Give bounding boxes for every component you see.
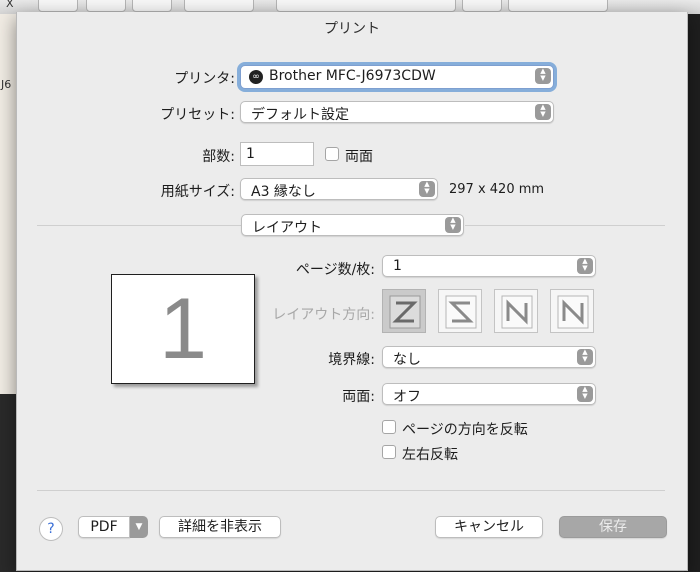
reverse-orientation-label: ページの方向を反転 bbox=[402, 422, 528, 438]
page-preview: 1 bbox=[111, 274, 255, 384]
print-dialog: プリント プリンタ: ∞ Brother MFC-J6973CDW ▲ ▼ プリセ… bbox=[16, 12, 688, 571]
footer-separator bbox=[37, 490, 665, 491]
pdf-button[interactable]: PDF bbox=[78, 516, 130, 538]
paper-size-label: 用紙サイズ: bbox=[160, 184, 235, 200]
preset-label: プリセット: bbox=[160, 107, 235, 123]
border-value: なし bbox=[393, 352, 421, 368]
background-toolbar-button bbox=[184, 0, 254, 12]
updown-chevron-icon: ▲ ▼ bbox=[419, 181, 435, 197]
pages-per-sheet-value: 1 bbox=[393, 258, 402, 274]
background-toolbar-button bbox=[86, 0, 126, 12]
layout-s-icon bbox=[445, 295, 477, 329]
two-sided-value: オフ bbox=[393, 389, 421, 405]
border-label: 境界線: bbox=[328, 352, 375, 368]
background-toolbar-button bbox=[38, 0, 78, 12]
paper-size-value: A3 縁なし bbox=[251, 184, 316, 200]
copies-input[interactable]: 1 bbox=[240, 142, 314, 166]
background-toolbar-button bbox=[508, 0, 608, 12]
layout-direction-n-mirrored[interactable] bbox=[494, 289, 538, 333]
updown-chevron-icon: ▲ ▼ bbox=[577, 349, 593, 365]
reverse-orientation-checkbox[interactable] bbox=[382, 420, 396, 434]
preset-value: デフォルト設定 bbox=[251, 107, 349, 123]
printer-status-icon: ∞ bbox=[249, 70, 263, 84]
flip-horizontal-checkbox[interactable] bbox=[382, 445, 396, 459]
border-popup[interactable]: なし ▲ ▼ bbox=[382, 346, 596, 368]
preset-popup[interactable]: デフォルト設定 ▲ ▼ bbox=[240, 101, 554, 123]
copies-label: 部数: bbox=[202, 149, 235, 165]
background-document: J6 bbox=[0, 14, 16, 394]
background-toolbar-button bbox=[132, 0, 172, 12]
duplex-label: 両面 bbox=[345, 149, 373, 165]
background-toolbar-button bbox=[462, 0, 502, 12]
layout-direction-label: レイアウト方向: bbox=[272, 307, 375, 323]
paper-size-popup[interactable]: A3 縁なし ▲ ▼ bbox=[240, 178, 438, 200]
duplex-checkbox[interactable] bbox=[325, 147, 339, 161]
updown-chevron-icon: ▲ ▼ bbox=[577, 386, 593, 402]
help-icon[interactable]: ? bbox=[39, 517, 63, 541]
section-separator-left bbox=[37, 225, 241, 226]
updown-chevron-icon: ▲ ▼ bbox=[577, 258, 593, 274]
section-popup[interactable]: レイアウト ▲ ▼ bbox=[241, 214, 464, 236]
cancel-button[interactable]: キャンセル bbox=[435, 516, 543, 538]
layout-direction-s[interactable] bbox=[438, 289, 482, 333]
paper-dimensions: 297 x 420 mm bbox=[449, 182, 545, 197]
section-separator-right bbox=[465, 225, 665, 226]
printer-value: Brother MFC-J6973CDW bbox=[269, 68, 436, 84]
pages-per-sheet-popup[interactable]: 1 ▲ ▼ bbox=[382, 255, 596, 277]
pages-per-sheet-label: ページ数/枚: bbox=[295, 262, 375, 278]
dialog-title: プリント bbox=[324, 21, 380, 37]
updown-chevron-icon: ▲ ▼ bbox=[535, 104, 551, 120]
printer-popup[interactable]: ∞ Brother MFC-J6973CDW ▲ ▼ bbox=[240, 65, 554, 89]
print-button[interactable]: 保存 bbox=[559, 516, 667, 538]
background-alignment-buttons bbox=[276, 0, 456, 12]
hide-details-button[interactable]: 詳細を非表示 bbox=[159, 516, 281, 538]
updown-chevron-icon: ▲ ▼ bbox=[445, 217, 461, 233]
layout-z-icon bbox=[389, 295, 421, 329]
section-value: レイアウト bbox=[252, 220, 322, 236]
background-document-text: J6 bbox=[1, 78, 12, 91]
updown-chevron-icon: ▲ ▼ bbox=[535, 68, 551, 84]
printer-label: プリンタ: bbox=[174, 71, 235, 87]
background-toolbar-glyph: X bbox=[6, 0, 14, 10]
two-sided-label: 両面: bbox=[342, 389, 375, 405]
two-sided-popup[interactable]: オフ ▲ ▼ bbox=[382, 383, 596, 405]
chevron-down-icon[interactable]: ▼ bbox=[130, 516, 148, 538]
layout-direction-z[interactable] bbox=[382, 289, 426, 333]
flip-horizontal-label: 左右反転 bbox=[402, 447, 458, 463]
layout-n-mirrored-icon bbox=[501, 295, 533, 329]
layout-n-icon bbox=[557, 295, 589, 329]
layout-direction-n[interactable] bbox=[550, 289, 594, 333]
